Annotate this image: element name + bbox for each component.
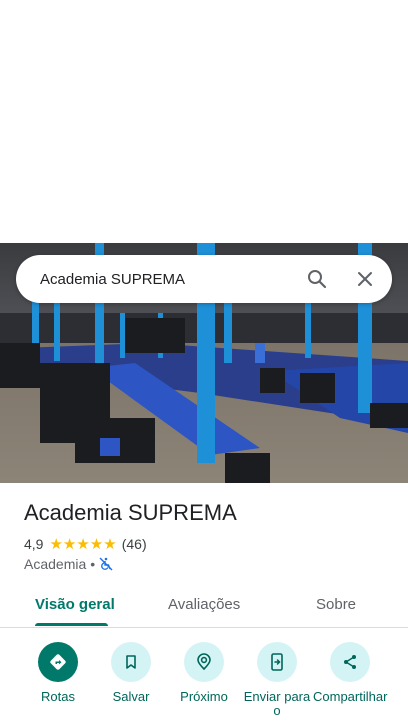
- search-icon[interactable]: [305, 267, 329, 291]
- send-to-phone-icon: [257, 642, 297, 682]
- send-to-phone-label: Enviar para o: [243, 689, 311, 718]
- tab-about[interactable]: Sobre: [316, 596, 356, 613]
- nearby-label: Próximo: [180, 689, 228, 704]
- share-label: Compartilhar: [313, 689, 388, 704]
- action-bar: Rotas Salvar Próximo Enviar para o Compa…: [0, 640, 408, 726]
- wheelchair-inaccessible-icon: [99, 557, 113, 571]
- save-label: Salvar: [112, 689, 150, 704]
- separator-dot: •: [90, 556, 96, 572]
- send-to-phone-button[interactable]: Enviar para o: [237, 642, 317, 718]
- bookmark-icon: [111, 642, 151, 682]
- tab-overview[interactable]: Visão geral: [35, 596, 115, 613]
- tab-reviews[interactable]: Avaliações: [168, 596, 240, 613]
- save-button[interactable]: Salvar: [91, 642, 171, 704]
- share-button[interactable]: Compartilhar: [310, 642, 390, 704]
- directions-icon: [38, 642, 78, 682]
- search-bar[interactable]: Academia SUPREMA: [16, 255, 392, 303]
- search-input[interactable]: Academia SUPREMA: [40, 271, 305, 288]
- rating-row[interactable]: 4,9 ★★★★★ (46): [24, 535, 147, 553]
- star-rating: ★★★★★: [49, 536, 117, 553]
- share-icon: [330, 642, 370, 682]
- nearby-button[interactable]: Próximo: [164, 642, 244, 704]
- tab-bar: Visão geral Avaliações Sobre: [0, 585, 408, 628]
- nearby-icon: [184, 642, 224, 682]
- active-tab-indicator: [35, 623, 108, 626]
- close-icon[interactable]: [353, 267, 377, 291]
- place-title: Academia SUPREMA: [24, 500, 237, 525]
- directions-label: Rotas: [41, 689, 75, 704]
- category-row: Academia •: [24, 555, 113, 573]
- directions-button[interactable]: Rotas: [18, 642, 98, 704]
- rating-value: 4,9: [24, 536, 44, 552]
- review-count[interactable]: (46): [122, 536, 147, 552]
- place-category: Academia: [24, 556, 87, 572]
